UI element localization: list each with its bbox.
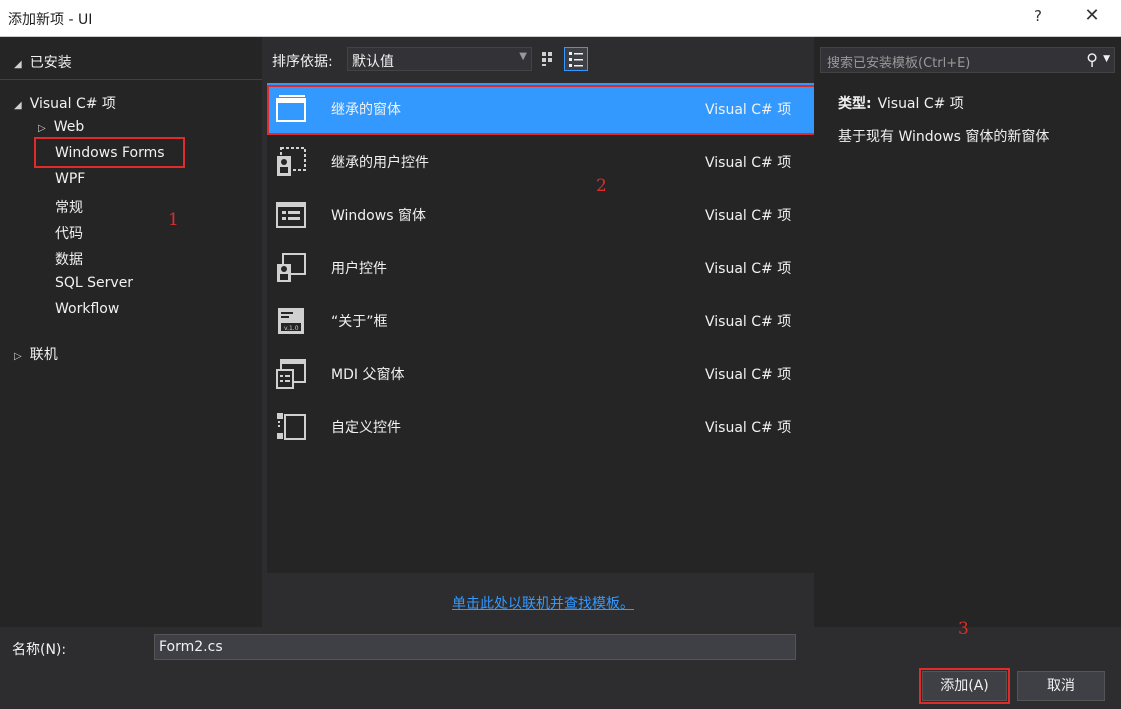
annotation-highlight-box-3 <box>919 668 1010 704</box>
sort-bar: 排序依据: 默认值 ▼ <box>272 47 792 73</box>
annotation-highlight-box-2 <box>267 85 821 135</box>
search-icon[interactable]: ⚲ <box>1086 50 1098 69</box>
divider <box>0 79 262 80</box>
tree-item-sql-server[interactable]: SQL Server <box>55 275 133 291</box>
tree-item-visual-csharp[interactable]: ◢ Visual C# 项 <box>14 93 116 113</box>
template-row-user-control[interactable]: 用户控件 Visual C# 项 <box>267 242 822 294</box>
template-row-windows-form[interactable]: Windows 窗体 Visual C# 项 <box>267 189 822 241</box>
search-placeholder: 搜索已安装模板(Ctrl+E) <box>827 56 971 71</box>
name-label: 名称(N): <box>12 642 67 658</box>
bottom-bar: 名称(N): 3 添加(A) 取消 <box>0 619 1121 709</box>
tree-item-wpf[interactable]: WPF <box>55 171 85 187</box>
name-field[interactable] <box>154 634 796 660</box>
tree-item-workflow[interactable]: Workflow <box>55 301 119 317</box>
template-row-mdi-parent[interactable]: MDI 父窗体 Visual C# 项 <box>267 348 822 400</box>
collapse-triangle-icon: ◢ <box>14 59 22 70</box>
close-button[interactable]: ✕ <box>1080 5 1104 26</box>
template-type: 类型: Visual C# 项 <box>838 93 964 113</box>
template-row-about-box[interactable]: v.1.0 “关于”框 Visual C# 项 <box>267 295 822 347</box>
grid-view-icon <box>542 52 552 66</box>
title-bar: 添加新项 - UI ? ✕ <box>0 0 1121 37</box>
windows-form-icon <box>276 202 306 228</box>
window-title: 添加新项 - UI <box>8 12 93 28</box>
template-description: 基于现有 Windows 窗体的新窗体 <box>838 129 1050 145</box>
annotation-highlight-box-1 <box>34 137 185 168</box>
template-search-box[interactable]: 搜索已安装模板(Ctrl+E) ⚲ ▼ <box>820 47 1115 73</box>
tree-item-general[interactable]: 常规 <box>55 197 83 217</box>
template-list-pane: 排序依据: 默认值 ▼ 继承的窗体 Visual C# 项 继承的用户控件 Vi… <box>262 37 822 627</box>
mdi-parent-icon <box>276 359 306 389</box>
chevron-down-icon[interactable]: ▼ <box>1103 54 1110 64</box>
sort-dropdown-value: 默认值 <box>352 54 394 70</box>
template-category-pane: ◢ 已安装 ◢ Visual C# 项 ▷ Web Windows Forms WPF… <box>0 37 262 627</box>
template-row-inherited-user-control[interactable]: 继承的用户控件 Visual C# 项 <box>267 136 822 188</box>
sort-label: 排序依据: <box>272 54 333 70</box>
expand-triangle-icon: ▷ <box>38 123 46 134</box>
chevron-down-icon: ▼ <box>519 51 527 62</box>
annotation-number-2: 2 <box>596 176 607 196</box>
tree-item-code[interactable]: 代码 <box>55 223 83 243</box>
annotation-number-3: 3 <box>958 619 969 639</box>
tree-item-data[interactable]: 数据 <box>55 249 83 269</box>
tree-item-web[interactable]: ▷ Web <box>38 119 84 135</box>
template-list: 继承的窗体 Visual C# 项 继承的用户控件 Visual C# 项 Wi… <box>267 83 822 573</box>
type-value: Visual C# 项 <box>877 96 964 112</box>
help-button[interactable]: ? <box>1028 7 1048 25</box>
custom-control-icon <box>277 413 306 440</box>
annotation-number-1: 1 <box>168 210 179 230</box>
cancel-button[interactable]: 取消 <box>1017 671 1105 701</box>
type-label: 类型: <box>838 96 872 112</box>
template-row-custom-control[interactable]: 自定义控件 Visual C# 项 <box>267 401 822 453</box>
tree-item-online[interactable]: ▷ 联机 <box>14 344 58 364</box>
user-control-icon <box>277 253 306 282</box>
about-box-icon: v.1.0 <box>278 308 304 334</box>
svg-text:v.1.0: v.1.0 <box>284 325 299 332</box>
installed-node[interactable]: ◢ 已安装 <box>14 52 72 72</box>
list-view-icon <box>569 52 583 67</box>
collapse-triangle-icon: ◢ <box>14 100 22 111</box>
sort-dropdown[interactable]: 默认值 ▼ <box>347 47 532 71</box>
inherited-user-control-icon <box>277 147 306 176</box>
list-view-button[interactable] <box>564 47 588 71</box>
expand-triangle-icon: ▷ <box>14 351 22 362</box>
online-templates-link[interactable]: 单击此处以联机并查找模板。 <box>452 593 634 613</box>
small-icons-view-button[interactable] <box>536 47 560 71</box>
description-pane: 搜索已安装模板(Ctrl+E) ⚲ ▼ 类型: Visual C# 项 基于现有 … <box>814 37 1121 627</box>
